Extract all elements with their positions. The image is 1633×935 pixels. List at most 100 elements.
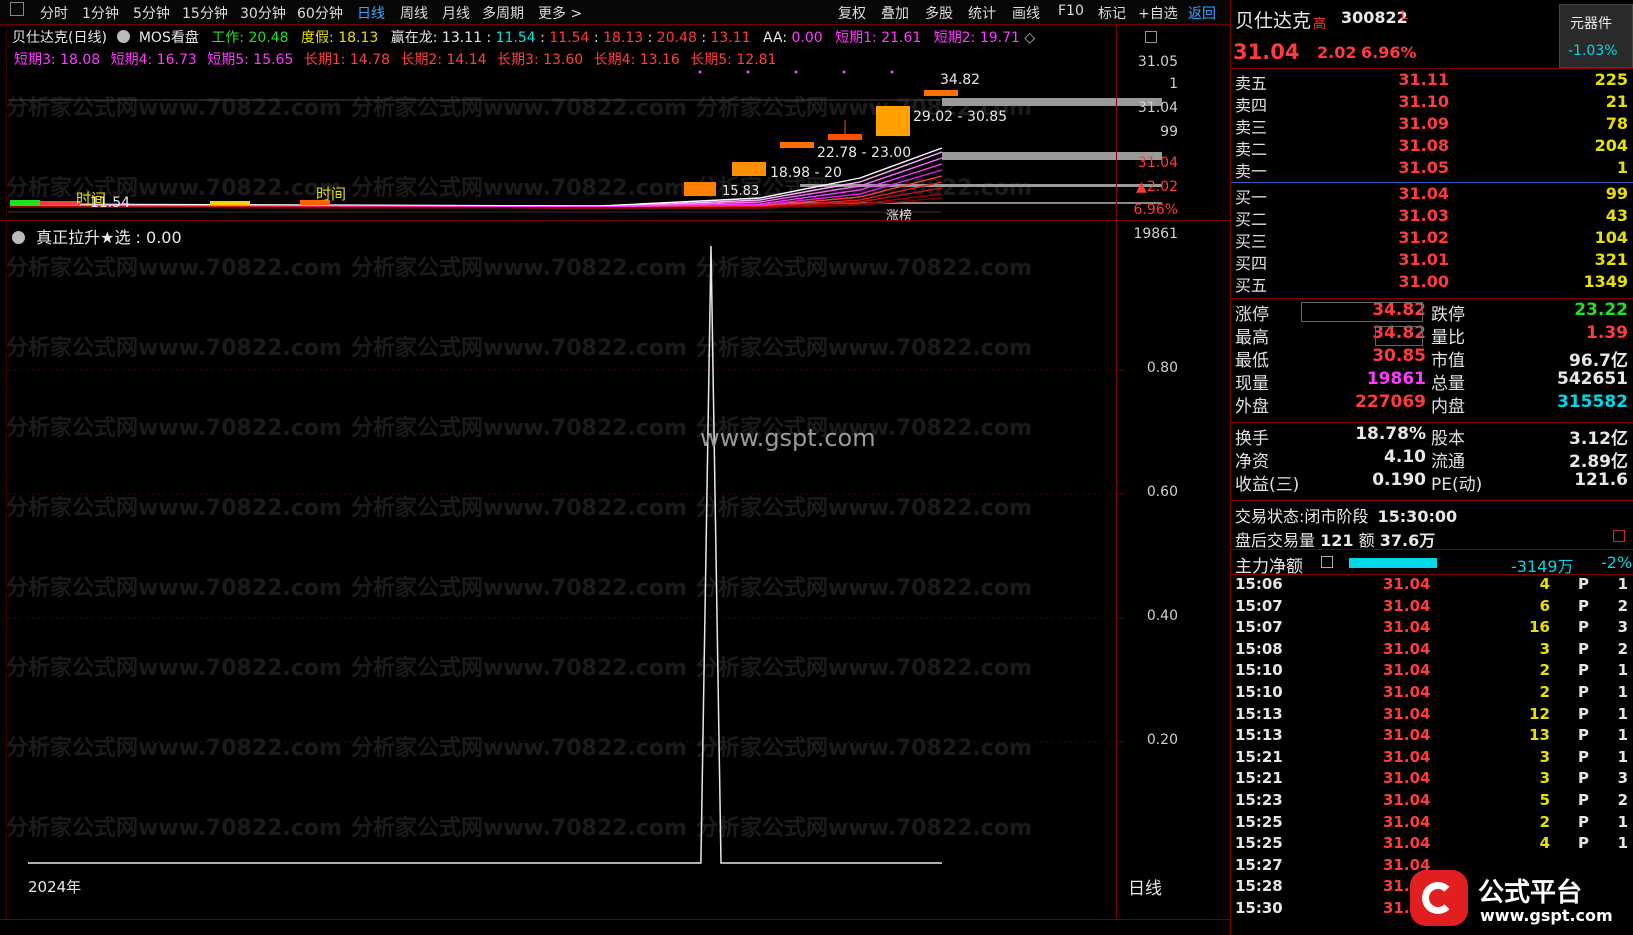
ask-row[interactable]: 卖一 31.05 1 xyxy=(1231,158,1633,181)
tick-time: 15:23 xyxy=(1235,791,1283,809)
after-hours-row: 盘后交易量 121 额 37.6万 xyxy=(1235,527,1435,551)
limit-up-box xyxy=(1301,302,1423,322)
bid-row[interactable]: 买一 31.04 99 xyxy=(1231,184,1633,207)
tab-weekly[interactable]: 周线 xyxy=(400,3,428,23)
panel-toggle-icon[interactable] xyxy=(10,2,24,16)
ask-label: 卖一 xyxy=(1235,162,1268,181)
brand-logo: 公式平台 www.gspt.com xyxy=(1410,870,1633,935)
sector-name: 元器件 xyxy=(1570,16,1612,32)
tab-more[interactable]: 更多 > xyxy=(538,3,582,23)
tick-flag: P xyxy=(1578,704,1589,723)
add-watchlist-button[interactable]: +自选 xyxy=(1138,3,1178,23)
back-button[interactable]: 返回 xyxy=(1188,3,1216,23)
bid-volume: 99 xyxy=(1605,184,1628,203)
sub-indicator-line xyxy=(28,245,942,864)
tab-60min[interactable]: 60分钟 xyxy=(297,3,343,23)
ask-row[interactable]: 卖二 31.08 204 xyxy=(1231,136,1633,159)
tick-count: 1 xyxy=(1617,726,1628,745)
tick-count: 2 xyxy=(1617,639,1628,658)
tick-flag: P xyxy=(1578,834,1589,853)
kline-segment xyxy=(40,201,80,205)
tick-price: 31.04 xyxy=(1383,747,1431,766)
bid-volume: 1349 xyxy=(1583,272,1628,291)
tick-time: 15:28 xyxy=(1235,877,1283,896)
short1-value: 短期1: 21.61 xyxy=(835,30,922,46)
axis-price-mid: 31.04 xyxy=(1137,100,1178,116)
stat-label: 量比 xyxy=(1431,328,1465,348)
ask-volume: 1 xyxy=(1616,158,1628,177)
tick-time: 15:30 xyxy=(1235,899,1283,917)
main-net-menu-icon[interactable] xyxy=(1321,556,1333,568)
price-change: 2.02 xyxy=(1317,43,1357,62)
tick-row: 15:21 31.04 3 P 3 xyxy=(1231,769,1633,791)
tab-5min[interactable]: 5分钟 xyxy=(133,3,170,23)
bid-row[interactable]: 买三 31.02 104 xyxy=(1231,228,1633,251)
chart-mini-icon[interactable] xyxy=(1613,530,1625,542)
bid-row[interactable]: 买四 31.01 321 xyxy=(1231,250,1633,273)
ask-row[interactable]: 卖三 31.09 78 xyxy=(1231,114,1633,137)
ask-row[interactable]: 卖五 31.11 225 xyxy=(1231,70,1633,93)
tab-daily[interactable]: 日线 xyxy=(357,3,385,23)
candle xyxy=(780,142,814,148)
stat-label: 换手 xyxy=(1235,429,1269,449)
trade-state-row: 交易状态:闭市阶段 15:30:00 xyxy=(1235,503,1457,527)
tab-30min[interactable]: 30分钟 xyxy=(240,3,286,23)
stock-name: 贝仕达克 xyxy=(1235,10,1312,32)
stats-button[interactable]: 统计 xyxy=(968,3,996,23)
win-value-2: 11.54 xyxy=(495,30,536,46)
ask-row[interactable]: 卖四 31.10 21 xyxy=(1231,92,1633,115)
after-hours-label: 盘后交易量 xyxy=(1235,531,1316,550)
stat-label: 内盘 xyxy=(1431,397,1465,417)
tick-volume: 2 xyxy=(1539,661,1550,680)
stats-row: 净资 4.10 流通 2.89亿 xyxy=(1231,447,1633,472)
tick-price: 31.04 xyxy=(1383,704,1431,723)
sector-button[interactable]: 元器件 -1.03% xyxy=(1559,4,1633,68)
range-label-3: 18.98 - 20 xyxy=(770,165,842,181)
axis-tick: 1 xyxy=(1169,76,1178,92)
panel-expand-icon[interactable] xyxy=(1145,31,1157,43)
tick-time: 15:10 xyxy=(1235,683,1283,701)
tab-15min[interactable]: 15分钟 xyxy=(182,3,228,23)
fuquan-button[interactable]: 复权 xyxy=(838,3,866,23)
axis-tick: 99 xyxy=(1160,124,1178,140)
high-box xyxy=(1375,326,1423,346)
tick-price: 31.04 xyxy=(1383,812,1431,831)
win-value-3: 11.54 xyxy=(549,30,590,46)
mark-button[interactable]: 标记 xyxy=(1098,3,1126,23)
stats-row: 收益(三) 0.190 PE(动) 121.6 xyxy=(1231,470,1633,495)
tab-monthly[interactable]: 月线 xyxy=(442,3,470,23)
tick-flag: P xyxy=(1578,596,1589,615)
f10-button[interactable]: F10 xyxy=(1058,3,1084,19)
draw-line-button[interactable]: 画线 xyxy=(1012,3,1040,23)
ask-price: 31.05 xyxy=(1398,158,1449,177)
main-indicator-title: 贝仕达克(日线) MOS看盘 工作: 20.48 度假: 18.13 赢在龙: … xyxy=(12,30,1036,46)
stock-code-mark: L xyxy=(1401,8,1408,22)
range-label-4: 15.83 xyxy=(722,184,760,199)
bid-row[interactable]: 买五 31.00 1349 xyxy=(1231,272,1633,295)
tab-fenshi[interactable]: 分时 xyxy=(40,3,68,23)
work-value: 20.48 xyxy=(248,30,289,46)
overlay-button[interactable]: 叠加 xyxy=(881,3,909,23)
tick-time: 15:07 xyxy=(1235,618,1283,637)
stats-row: 最低 30.85 市值 96.7亿 xyxy=(1231,346,1633,371)
kline-price-axis: 31.05 1 31.04 99 31.04 ▲2.02 6.96% xyxy=(1118,50,1178,222)
logo-en-text: www.gspt.com xyxy=(1480,906,1613,925)
tick-row: 15:21 31.04 3 P 1 xyxy=(1231,748,1633,770)
tick-price: 31.04 xyxy=(1383,791,1431,809)
tick-flag: P xyxy=(1578,639,1589,658)
stats-row: 外盘 227069 内盘 315582 xyxy=(1231,392,1633,417)
tick-time: 15:08 xyxy=(1235,639,1283,658)
stat-label: 市值 xyxy=(1431,351,1465,371)
trade-state-label: 交易状态: xyxy=(1235,507,1305,526)
tick-volume: 4 xyxy=(1539,575,1550,593)
multi-stock-button[interactable]: 多股 xyxy=(925,3,953,23)
tick-time: 15:25 xyxy=(1235,834,1283,853)
tick-time: 15:06 xyxy=(1235,575,1283,593)
tab-multi-period[interactable]: 多周期 xyxy=(482,3,524,23)
bid-label: 买二 xyxy=(1235,210,1268,229)
indicator-settings-icon[interactable] xyxy=(117,30,131,43)
tab-1min[interactable]: 1分钟 xyxy=(82,3,119,23)
bid-row[interactable]: 买二 31.03 43 xyxy=(1231,206,1633,229)
stock-code: 300822 xyxy=(1341,8,1408,27)
ask-label: 卖五 xyxy=(1235,74,1268,93)
